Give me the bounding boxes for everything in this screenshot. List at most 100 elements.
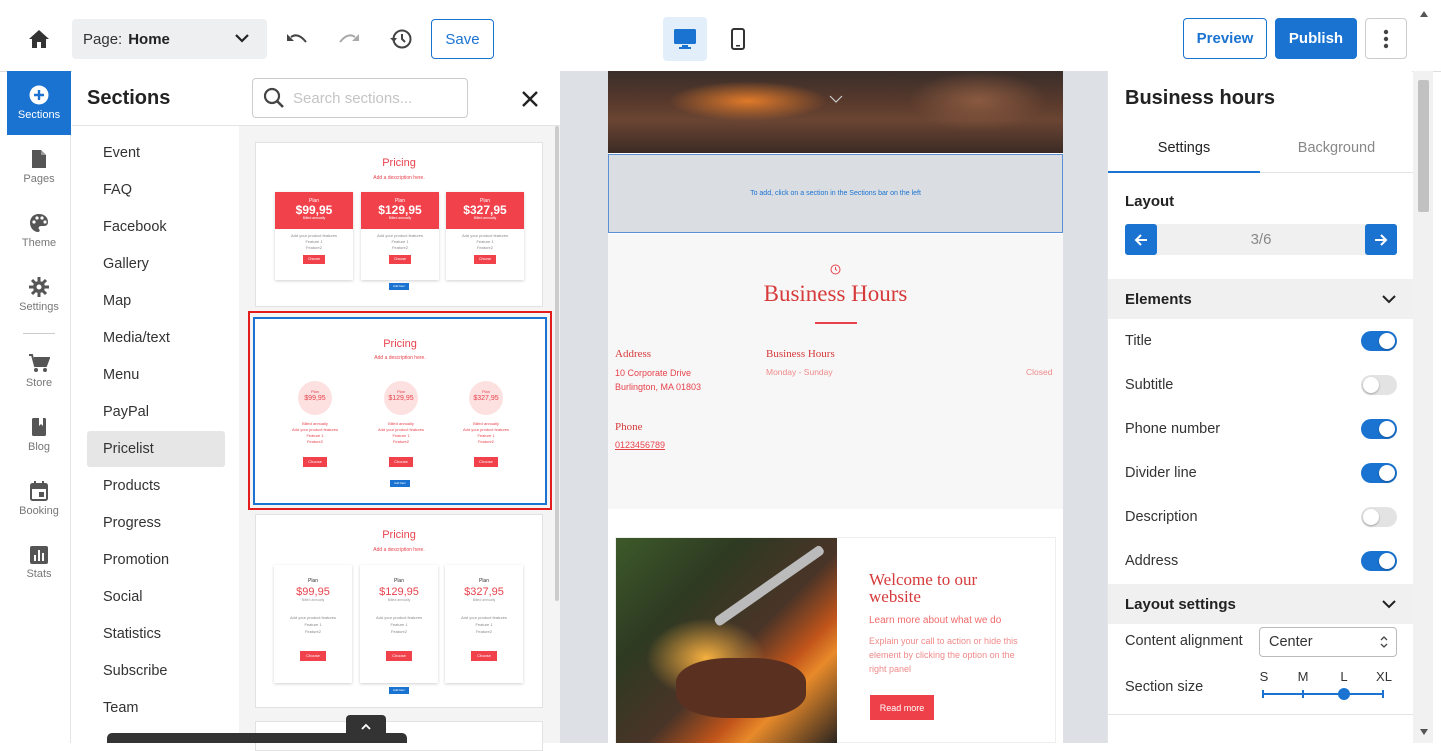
description-toggle[interactable] bbox=[1361, 507, 1397, 527]
card-plan: Plan bbox=[478, 578, 489, 584]
category-facebook[interactable]: Facebook bbox=[87, 209, 225, 245]
read-more-button[interactable]: Read more bbox=[870, 695, 934, 720]
calendar-icon bbox=[30, 481, 48, 501]
card-feature: Feature 1 bbox=[304, 622, 322, 627]
sections-panel-title: Sections bbox=[87, 87, 171, 109]
thumb-title: Pricing bbox=[383, 338, 417, 350]
section-drop-zone[interactable]: To add, click on a section in the Sectio… bbox=[608, 154, 1063, 233]
settings-scrollbar-thumb[interactable] bbox=[1418, 80, 1429, 212]
thumb-description: Add a description here. bbox=[373, 547, 425, 553]
category-pricelist[interactable]: Pricelist bbox=[87, 431, 225, 467]
price-circle: Plan $99,95 bbox=[298, 381, 332, 415]
category-event[interactable]: Event bbox=[87, 135, 225, 171]
slider-thumb[interactable] bbox=[1338, 688, 1350, 700]
chevron-up-icon bbox=[361, 723, 371, 730]
content-alignment-select[interactable]: Center bbox=[1259, 627, 1397, 657]
thumb-description: Add a description here. bbox=[374, 355, 426, 361]
sections-panel: Sections Event FAQ Facebook Gallery Map … bbox=[72, 71, 560, 751]
desktop-view-button[interactable] bbox=[663, 17, 707, 61]
card-feature: Feature2 bbox=[475, 629, 492, 634]
undo-button[interactable] bbox=[282, 24, 312, 54]
category-map[interactable]: Map bbox=[87, 283, 225, 319]
bar-chart-icon bbox=[30, 546, 48, 564]
pricing-template-1[interactable]: Pricing Add a description here. Plan $99,… bbox=[255, 142, 543, 307]
elements-header[interactable]: Elements bbox=[1108, 279, 1413, 319]
save-button[interactable]: Save bbox=[431, 19, 494, 59]
layout-prev-button[interactable] bbox=[1125, 224, 1157, 255]
hero-image bbox=[608, 71, 1063, 153]
rail-item-store[interactable]: Store bbox=[7, 339, 71, 403]
search-box[interactable] bbox=[252, 78, 468, 118]
close-icon bbox=[522, 91, 538, 107]
element-row-subtitle: Subtitle bbox=[1125, 363, 1397, 407]
card-choose-button: Choose bbox=[386, 651, 412, 661]
section-size-slider[interactable] bbox=[1262, 688, 1384, 700]
rail-item-blog[interactable]: Blog bbox=[7, 403, 71, 467]
welcome-section[interactable]: Welcome to our website Learn more about … bbox=[615, 537, 1056, 743]
more-options-button[interactable] bbox=[1365, 18, 1407, 59]
category-faq[interactable]: FAQ bbox=[87, 172, 225, 208]
rail-item-sections[interactable]: Sections bbox=[7, 71, 71, 135]
card-feature: Add your product features bbox=[460, 615, 508, 620]
cart-icon bbox=[29, 354, 50, 372]
rail-item-label: Blog bbox=[27, 441, 51, 453]
scroll-down-arrow-icon[interactable] bbox=[1420, 729, 1428, 735]
page-selector[interactable]: Page: Home bbox=[72, 19, 267, 59]
rail-item-label: Pages bbox=[23, 173, 55, 185]
pricing-template-2[interactable]: Pricing Add a description here. Plan $99,… bbox=[253, 317, 547, 505]
rail-item-stats[interactable]: Stats bbox=[7, 531, 71, 595]
size-label-xl: XL bbox=[1376, 669, 1392, 684]
tab-background[interactable]: Background bbox=[1260, 129, 1413, 173]
business-hours-section[interactable]: Business Hours Address 10 Corporate Driv… bbox=[608, 234, 1063, 509]
phone-number-toggle[interactable] bbox=[1361, 419, 1397, 439]
category-products[interactable]: Products bbox=[87, 468, 225, 504]
tab-settings[interactable]: Settings bbox=[1108, 129, 1260, 173]
top-toolbar: Page: Home Save Preview Publish bbox=[0, 0, 1441, 72]
category-statistics[interactable]: Statistics bbox=[87, 616, 225, 652]
publish-button[interactable]: Publish bbox=[1275, 18, 1357, 59]
scroll-up-arrow-icon[interactable] bbox=[1420, 11, 1428, 17]
category-paypal[interactable]: PayPal bbox=[87, 394, 225, 430]
mobile-view-button[interactable] bbox=[716, 17, 760, 61]
category-media-text[interactable]: Media/text bbox=[87, 320, 225, 356]
card-feature: Feature2 bbox=[390, 629, 407, 634]
history-button[interactable] bbox=[386, 24, 416, 54]
rail-item-pages[interactable]: Pages bbox=[7, 135, 71, 199]
address-toggle[interactable] bbox=[1361, 551, 1397, 571]
layout-next-button[interactable] bbox=[1365, 224, 1397, 255]
circle-price: $99,95 bbox=[304, 395, 326, 402]
preview-button[interactable]: Preview bbox=[1183, 18, 1267, 59]
card-billed: Billed annually bbox=[301, 598, 325, 602]
search-input[interactable] bbox=[293, 89, 453, 107]
divider-line-toggle[interactable] bbox=[1361, 463, 1397, 483]
phone-link[interactable]: 0123456789 bbox=[615, 440, 665, 450]
rail-item-theme[interactable]: Theme bbox=[7, 199, 71, 263]
category-progress[interactable]: Progress bbox=[87, 505, 225, 541]
layout-settings-header[interactable]: Layout settings bbox=[1108, 584, 1413, 624]
chevron-down-icon bbox=[829, 95, 843, 103]
card-billed: Billed annually bbox=[302, 216, 326, 220]
category-social[interactable]: Social bbox=[87, 579, 225, 615]
card-choose-button: Choose bbox=[389, 255, 411, 264]
category-subscribe[interactable]: Subscribe bbox=[87, 653, 225, 689]
collapse-handle[interactable] bbox=[346, 715, 386, 737]
title-toggle[interactable] bbox=[1361, 331, 1397, 351]
category-team[interactable]: Team bbox=[87, 690, 225, 726]
card-feature: Feature2 bbox=[391, 245, 408, 250]
redo-button[interactable] bbox=[334, 24, 364, 54]
rail-item-booking[interactable]: Booking bbox=[7, 467, 71, 531]
card-feature: Feature2 bbox=[476, 245, 493, 250]
rail-item-settings[interactable]: Settings bbox=[7, 263, 71, 327]
thumbnails-scrollbar[interactable] bbox=[555, 126, 559, 601]
home-button[interactable] bbox=[22, 22, 56, 56]
category-promotion[interactable]: Promotion bbox=[87, 542, 225, 578]
elements-header-label: Elements bbox=[1125, 290, 1192, 308]
close-panel-button[interactable] bbox=[518, 87, 542, 111]
address-label: Address bbox=[615, 348, 652, 360]
subtitle-toggle[interactable] bbox=[1361, 375, 1397, 395]
category-gallery[interactable]: Gallery bbox=[87, 246, 225, 282]
content-alignment-value: Center bbox=[1269, 634, 1313, 650]
category-menu[interactable]: Menu bbox=[87, 357, 225, 393]
pricing-template-3[interactable]: Pricing Add a description here. Plan $99… bbox=[255, 514, 543, 708]
rail-item-label: Settings bbox=[19, 301, 59, 313]
